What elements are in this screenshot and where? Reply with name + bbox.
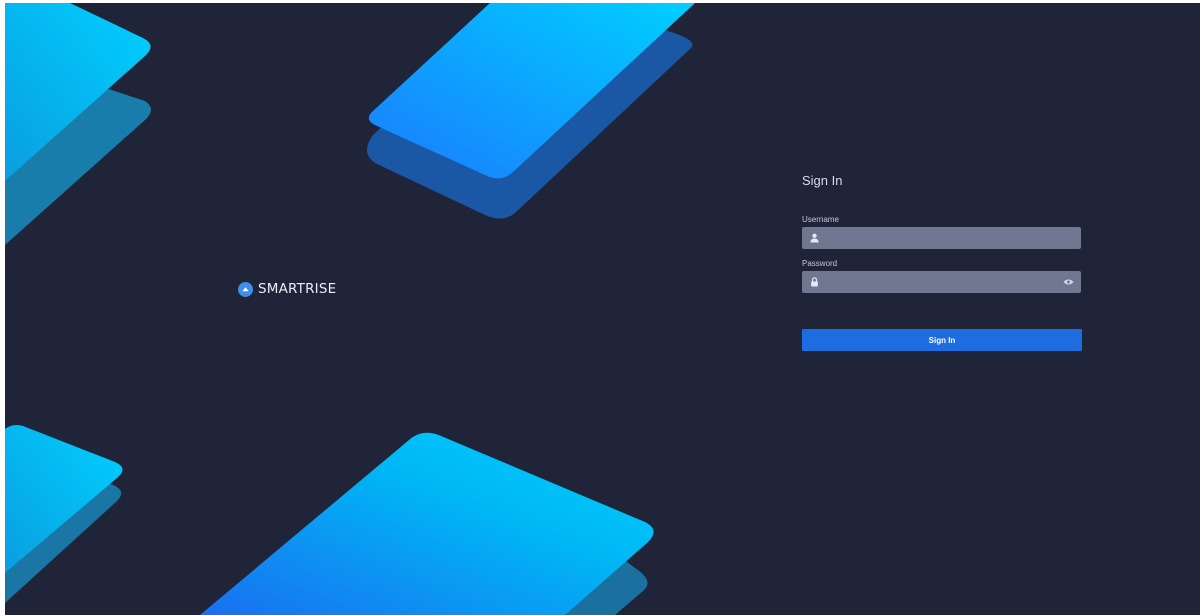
username-label: Username — [802, 215, 839, 224]
brand-logo: SMARTRISE — [238, 281, 336, 297]
password-group: Password — [802, 259, 1084, 293]
lock-icon — [811, 277, 818, 287]
user-icon — [810, 233, 819, 243]
page-title: Sign In — [802, 173, 843, 188]
username-group: Username — [802, 215, 1084, 249]
chevron-up-icon — [238, 281, 253, 297]
username-input[interactable] — [802, 227, 1081, 249]
password-label: Password — [802, 259, 838, 268]
password-field-wrapper — [802, 271, 1081, 293]
eye-icon[interactable] — [1063, 278, 1074, 286]
shape-bottom-center — [200, 432, 654, 615]
brand-name: SMARTRISE — [258, 281, 337, 297]
sign-in-form: Sign In Username Password Sign In — [802, 173, 1084, 351]
sign-in-button[interactable]: Sign In — [802, 329, 1082, 351]
login-screen: SMARTRISE Sign In Username Password Sign… — [5, 3, 1200, 615]
username-field-wrapper — [802, 227, 1081, 249]
password-input[interactable] — [802, 271, 1081, 293]
